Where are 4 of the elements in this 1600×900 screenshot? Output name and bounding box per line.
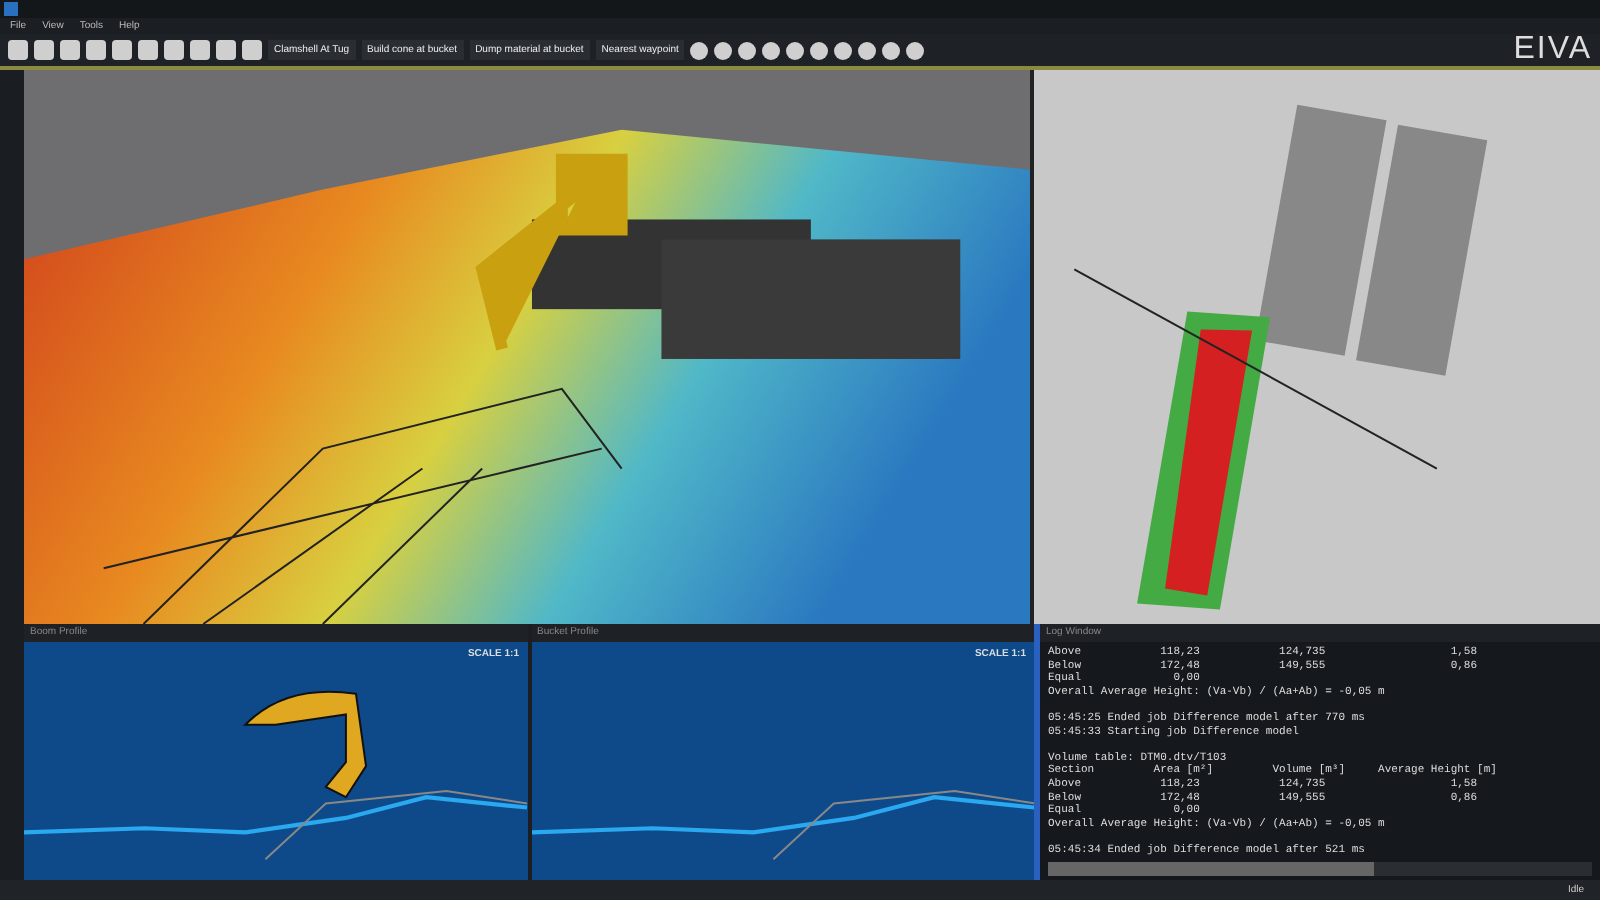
scroll-bar[interactable] [1048, 862, 1592, 876]
logo: EIVA [1513, 32, 1592, 68]
excavator-arm-drawing [244, 690, 368, 799]
app-icon [4, 2, 18, 16]
